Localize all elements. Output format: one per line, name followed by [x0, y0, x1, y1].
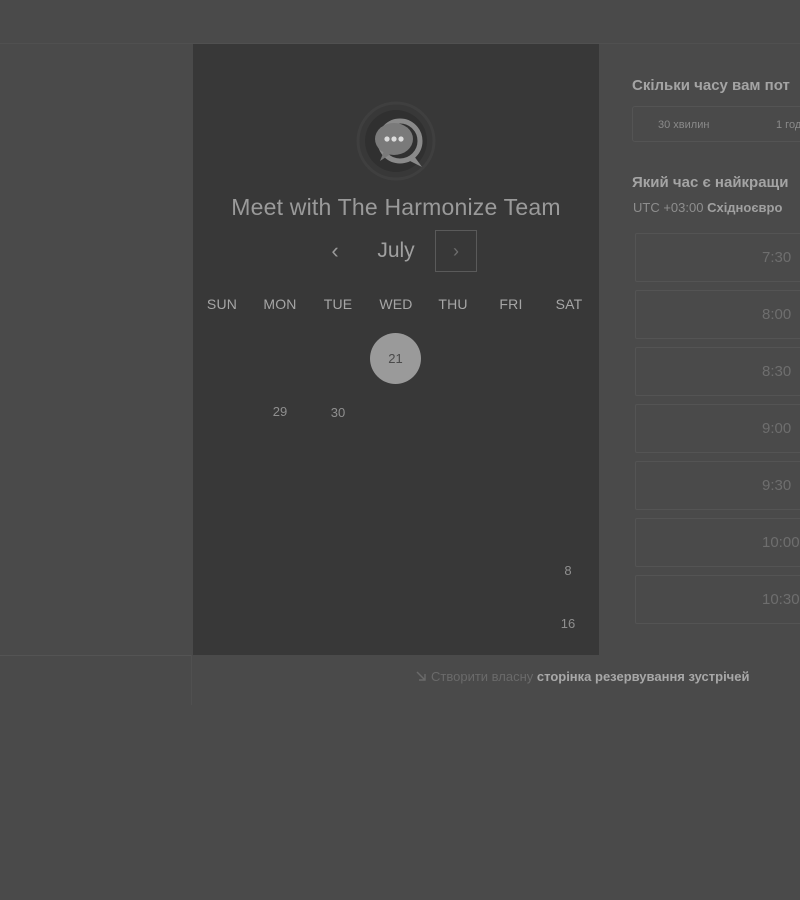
create-booking-page-link[interactable]: Створити власну сторінка резервування зу… — [415, 669, 749, 684]
time-slot-label: 8:30 — [762, 363, 792, 380]
time-slot-label: 9:30 — [762, 477, 792, 494]
timezone-name: Східноєвро — [707, 200, 783, 215]
selected-day[interactable]: 21 — [370, 333, 421, 384]
weekday-label: SAT — [555, 296, 583, 312]
time-slot-label: 7:30 — [762, 249, 792, 266]
left-vertical-divider — [191, 655, 192, 705]
time-slot[interactable]: 10:30 — [635, 575, 800, 624]
time-slot-label: 9:00 — [762, 420, 792, 437]
weekday-label: WED — [379, 296, 413, 312]
weekday-label: MON — [263, 296, 297, 312]
chevron-right-icon: › — [453, 241, 459, 261]
footer-prefix: Створити власну — [431, 669, 534, 684]
left-divider — [0, 655, 192, 656]
arrow-icon — [415, 669, 427, 684]
weekday-header: SUN MON TUE WED THU FRI SAT — [193, 296, 599, 316]
next-month-button[interactable]: › — [435, 230, 477, 272]
calendar-day[interactable]: 8 — [543, 563, 593, 583]
time-slot[interactable]: 8:30 — [635, 347, 800, 396]
month-navigation: ‹ July › — [193, 230, 599, 278]
duration-option[interactable]: 1 год — [776, 107, 800, 143]
page-title: Meet with The Harmonize Team — [231, 194, 561, 220]
duration-option[interactable]: 30 хвилин — [658, 107, 709, 143]
weekday-label: TUE — [323, 296, 353, 312]
weekday-label: FRI — [499, 296, 523, 312]
timezone-offset: UTC +03:00 — [633, 200, 704, 215]
chevron-left-icon: ‹ — [331, 238, 339, 263]
chat-logo-icon — [356, 101, 436, 181]
duration-selector: 30 хвилин 1 год — [632, 106, 800, 142]
calendar-day[interactable]: 30 — [313, 405, 363, 425]
booking-options-panel: Скільки часу вам пот 30 хвилин 1 год Яки… — [632, 44, 800, 664]
time-slot[interactable]: 7:30 — [635, 233, 800, 282]
calendar-day[interactable]: 16 — [543, 616, 593, 636]
time-slot-label: 10:30 — [762, 591, 800, 608]
time-slot-label: 10:00 — [762, 534, 800, 551]
time-slot[interactable]: 9:00 — [635, 404, 800, 453]
calendar-day[interactable]: 29 — [255, 404, 305, 424]
time-question: Який час є найкращи — [632, 174, 789, 191]
weekday-label: THU — [438, 296, 468, 312]
booking-page: Meet with The Harmonize Team ‹ July › SU… — [0, 0, 800, 900]
time-slot[interactable]: 8:00 — [635, 290, 800, 339]
timezone-label[interactable]: UTC +03:00 Східноєвро — [633, 200, 782, 215]
footer-link-text: сторінка резервування зустрічей — [536, 669, 750, 684]
time-slot-label: 8:00 — [762, 306, 792, 323]
time-slot[interactable]: 10:00 — [635, 518, 800, 567]
prev-month-button[interactable]: ‹ — [321, 234, 349, 268]
calendar-card: Meet with The Harmonize Team ‹ July › SU… — [193, 44, 599, 655]
month-label: July — [377, 239, 415, 262]
time-slot[interactable]: 9:30 — [635, 461, 800, 510]
weekday-label: SUN — [206, 296, 238, 312]
duration-question: Скільки часу вам пот — [632, 77, 790, 94]
